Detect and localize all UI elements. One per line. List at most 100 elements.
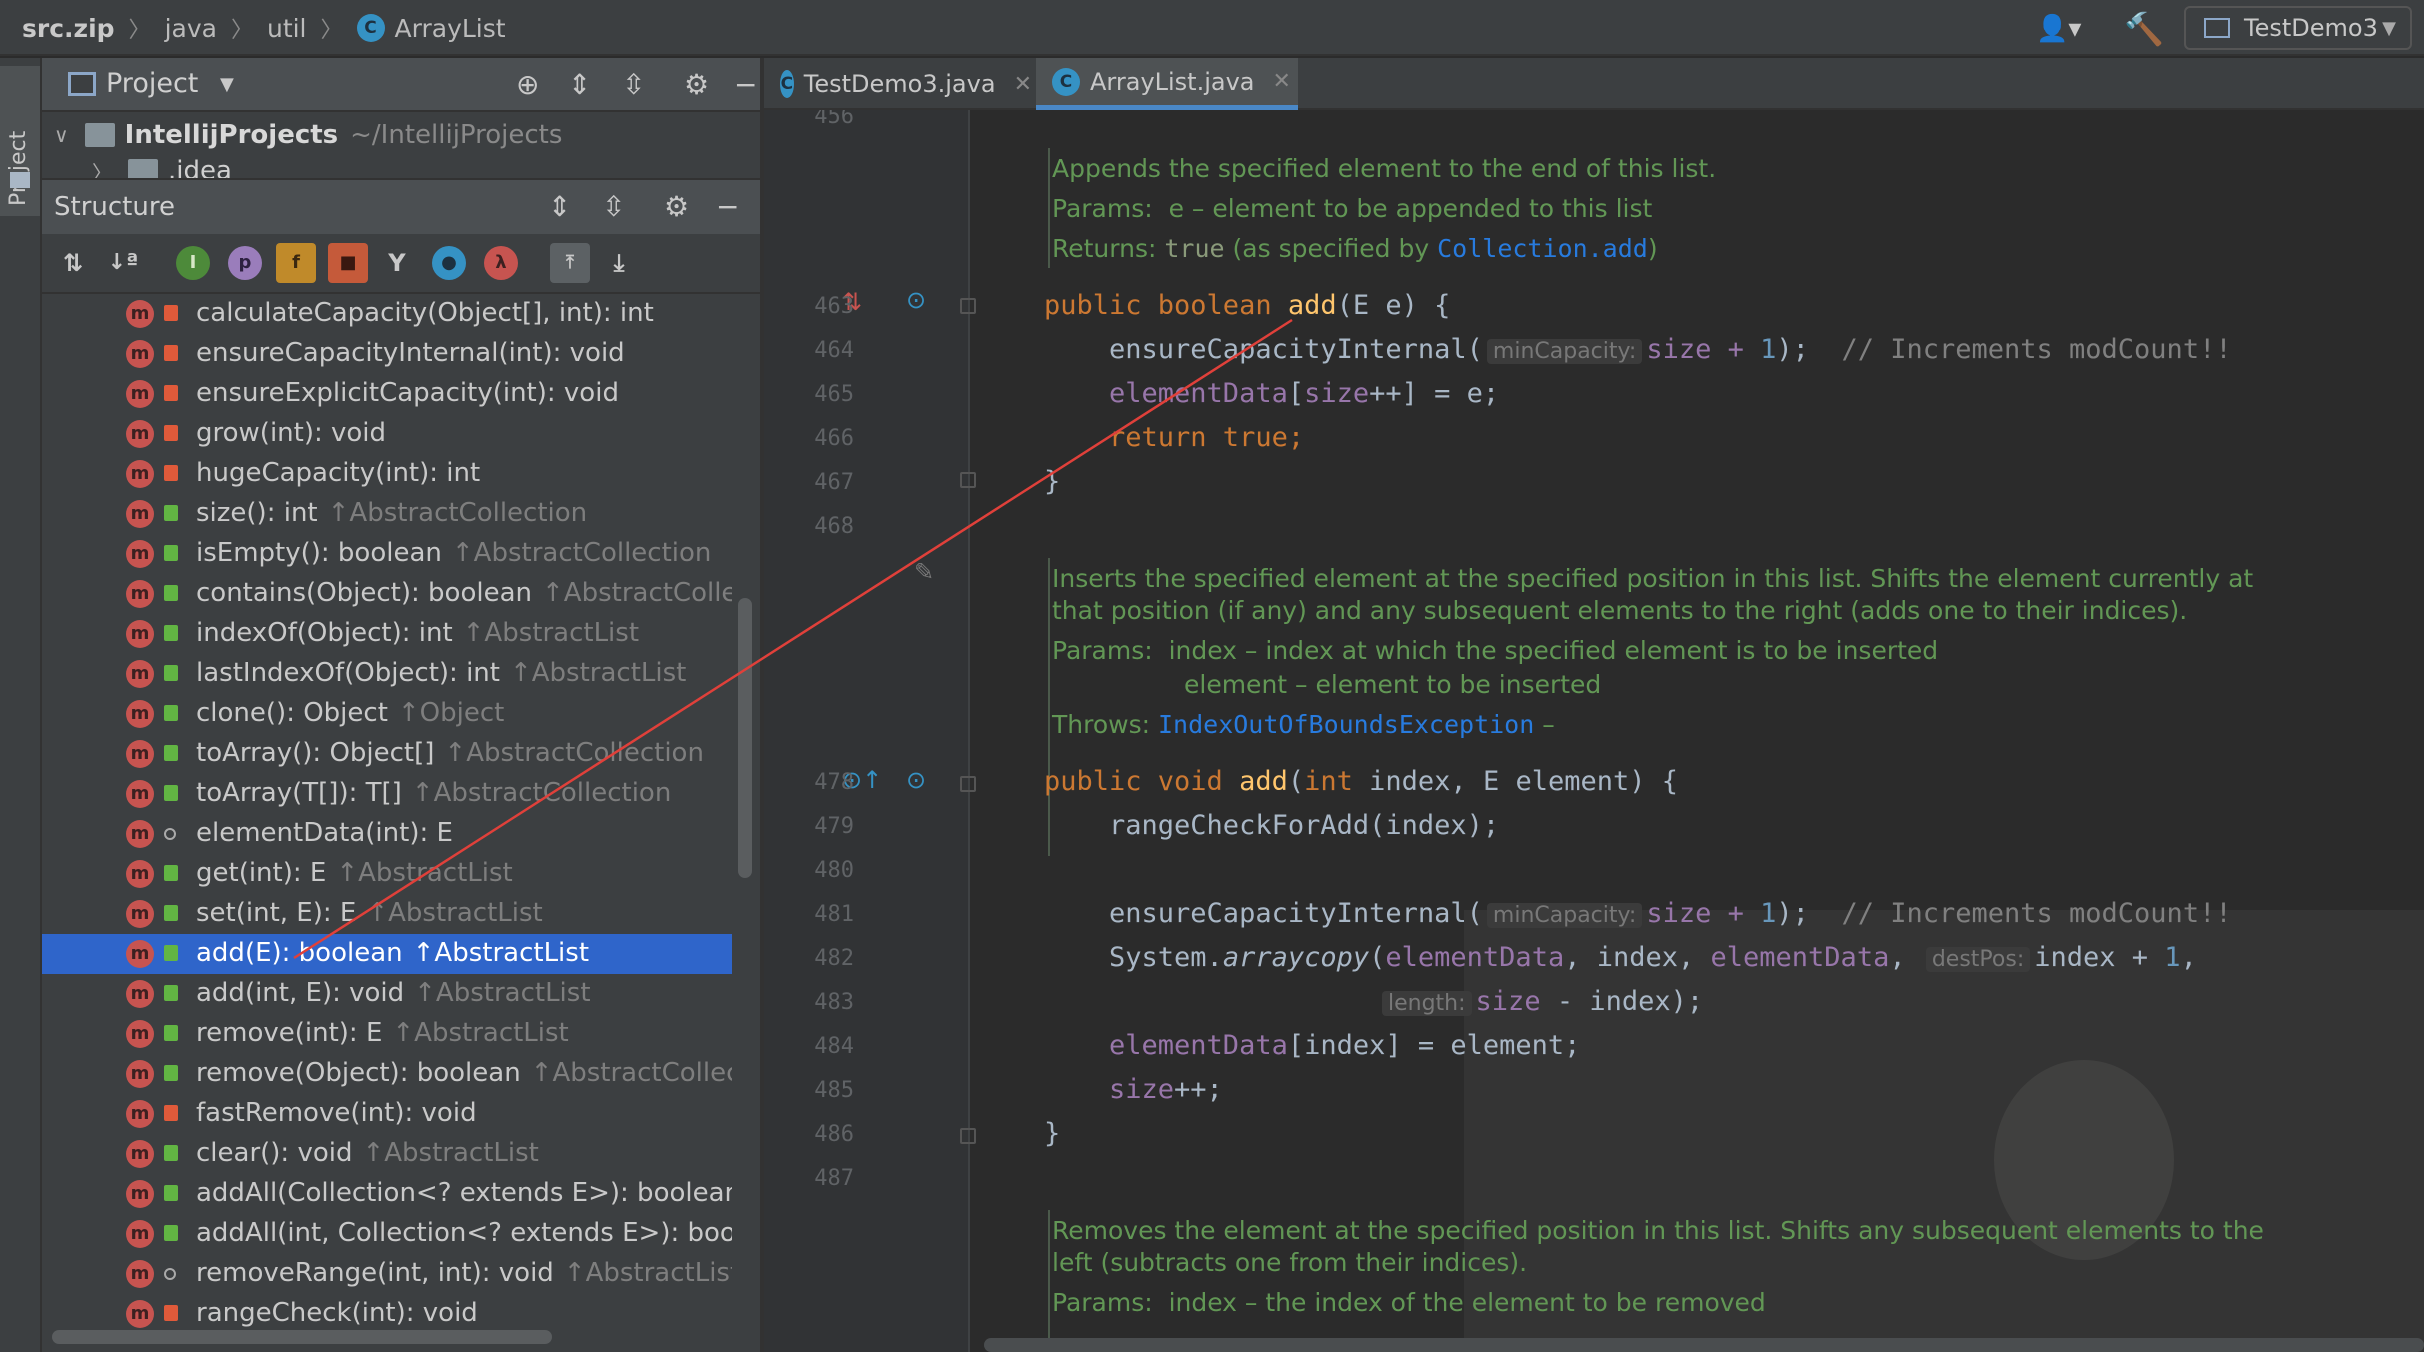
autoscroll-from-source-icon[interactable]: ⤓	[602, 246, 636, 280]
tree-item-idea[interactable]: 〉 .idea	[92, 156, 232, 178]
scrollbar-thumb[interactable]	[738, 598, 752, 878]
method-icon: m	[126, 900, 154, 928]
expand-all-icon[interactable]: ⇕	[568, 68, 591, 101]
structure-member-row[interactable]: m elementData(int): E	[42, 814, 732, 854]
structure-member-row[interactable]: m remove(Object): boolean ↑AbstractCollect	[42, 1054, 732, 1094]
tree-item-root[interactable]: ∨ IntellijProjects ~/IntellijProjects	[54, 120, 562, 150]
doc-border	[1048, 1210, 1050, 1352]
doc-params-label: Params:	[1052, 194, 1153, 223]
run-configuration-select[interactable]: TestDemo3 ▼	[2184, 6, 2412, 50]
hide-icon[interactable]: −	[716, 190, 739, 223]
tab-testdemo3[interactable]: C TestDemo3.java ✕	[764, 58, 1032, 110]
fold-marker-icon[interactable]	[960, 1128, 976, 1144]
breadcrumb-item-util[interactable]: util	[267, 14, 307, 43]
public-icon	[164, 1225, 178, 1241]
member-signature-text: get(int): E	[196, 858, 327, 888]
expand-all-icon[interactable]: ⇕	[548, 190, 571, 223]
line-number: 478	[814, 770, 854, 795]
doc-params-label: Params:	[1052, 1288, 1153, 1317]
lambda-icon[interactable]: λ	[484, 246, 518, 280]
inherited-from: ↑AbstractList	[563, 1258, 732, 1288]
sort-visibility-icon[interactable]: ⇅	[56, 246, 90, 280]
line-number: 467	[814, 470, 854, 495]
structure-member-row[interactable]: m ensureExplicitCapacity(int): void	[42, 374, 732, 414]
structure-horizontal-scrollbar[interactable]	[52, 1330, 552, 1344]
autoscroll-to-source-icon[interactable]: ⤒	[550, 243, 590, 283]
anonymous-classes-icon[interactable]: Y	[380, 246, 414, 280]
breadcrumb-item-arraylist[interactable]: ArrayList	[395, 14, 506, 43]
structure-member-row[interactable]: m clone(): Object ↑Object	[42, 694, 732, 734]
method-icon: m	[126, 860, 154, 888]
structure-panel-header: Structure ⇕ ⇳ ⚙ −	[42, 178, 760, 234]
tab-arraylist[interactable]: C ArrayList.java ✕	[1036, 58, 1298, 110]
member-signature-text: size(): int	[196, 498, 318, 528]
structure-member-row[interactable]: m add(E): boolean ↑AbstractList	[42, 934, 732, 974]
inherited-from: ↑AbstractList	[336, 858, 513, 888]
doc-link[interactable]: IndexOutOfBoundsException	[1158, 710, 1534, 739]
structure-member-row[interactable]: m remove(int): E ↑AbstractList	[42, 1014, 732, 1054]
fold-marker-icon[interactable]	[960, 776, 976, 792]
structure-member-row[interactable]: m grow(int): void	[42, 414, 732, 454]
structure-member-row[interactable]: m contains(Object): boolean ↑AbstractColle…	[42, 574, 732, 614]
chevron-down-icon[interactable]: ▼	[220, 74, 234, 95]
structure-member-row[interactable]: m set(int, E): E ↑AbstractList	[42, 894, 732, 934]
structure-member-row[interactable]: m indexOf(Object): int ↑AbstractList	[42, 614, 732, 654]
hide-icon[interactable]: −	[734, 68, 757, 101]
structure-member-row[interactable]: m add(int, E): void ↑AbstractList	[42, 974, 732, 1014]
find-usages-icon[interactable]: ⊙	[906, 286, 926, 314]
structure-member-row[interactable]: m isEmpty(): boolean ↑AbstractCollection	[42, 534, 732, 574]
pencil-icon[interactable]: ✎	[914, 558, 934, 586]
folder-icon	[10, 172, 30, 188]
close-icon[interactable]: ✕	[1273, 69, 1291, 94]
member-signature: lastIndexOf(Object): int ↑AbstractList	[196, 658, 686, 688]
structure-member-row[interactable]: m size(): int ↑AbstractCollection	[42, 494, 732, 534]
doc-description: Inserts the specified element at the spe…	[1052, 564, 2254, 593]
collapse-all-icon[interactable]: ⇳	[622, 68, 645, 101]
structure-member-row[interactable]: m hugeCapacity(int): int	[42, 454, 732, 494]
code-line: ensureCapacityInternal(minCapacity: size …	[1044, 898, 2232, 929]
locate-icon[interactable]: ⊕	[516, 68, 539, 101]
structure-member-row[interactable]: m lastIndexOf(Object): int ↑AbstractList	[42, 654, 732, 694]
structure-scrollbar[interactable]	[738, 298, 752, 1352]
sort-alpha-icon[interactable]: ↓ª	[106, 246, 140, 280]
properties-icon[interactable]: p	[228, 246, 262, 280]
lambdas-icon[interactable]: ●	[432, 246, 466, 280]
collapse-all-icon[interactable]: ⇳	[602, 190, 625, 223]
structure-member-row[interactable]: m get(int): E ↑AbstractList	[42, 854, 732, 894]
structure-member-row[interactable]: m toArray(): Object[] ↑AbstractCollection	[42, 734, 732, 774]
build-hammer-icon[interactable]: 🔨	[2124, 10, 2164, 48]
structure-member-row[interactable]: m clear(): void ↑AbstractList	[42, 1134, 732, 1174]
breadcrumb-item-srczip[interactable]: src.zip	[22, 14, 115, 43]
doc-description: Removes the element at the specified pos…	[1052, 1216, 2264, 1245]
structure-member-row[interactable]: m toArray(T[]): T[] ↑AbstractCollection	[42, 774, 732, 814]
doc-link[interactable]: Collection.add	[1437, 234, 1648, 263]
doc-throws: Throws: IndexOutOfBoundsException –	[1052, 710, 1555, 739]
project-panel-title[interactable]: Project	[106, 68, 198, 99]
user-menu-icon[interactable]: 👤▾	[2036, 14, 2081, 44]
member-signature-text: rangeCheck(int): void	[196, 1298, 478, 1328]
structure-member-row[interactable]: m ensureCapacityInternal(int): void	[42, 334, 732, 374]
public-icon	[164, 585, 178, 601]
breadcrumb-item-java[interactable]: java	[165, 14, 217, 43]
non-public-icon[interactable]: ■	[328, 243, 368, 283]
structure-member-row[interactable]: m fastRemove(int): void	[42, 1094, 732, 1134]
project-tool-button[interactable]: Project	[0, 66, 40, 216]
show-inherited-icon[interactable]: I	[176, 246, 210, 280]
chevron-right-icon[interactable]: 〉	[92, 157, 112, 179]
fold-marker-icon[interactable]	[960, 298, 976, 314]
gear-icon[interactable]: ⚙	[684, 68, 709, 101]
close-icon[interactable]: ✕	[1014, 72, 1032, 97]
fold-marker-icon[interactable]	[960, 472, 976, 488]
structure-member-row[interactable]: m rangeCheck(int): void	[42, 1294, 732, 1334]
structure-member-row[interactable]: m removeRange(int, int): void ↑AbstractLis…	[42, 1254, 732, 1294]
class-icon: C	[1052, 67, 1080, 96]
gear-icon[interactable]: ⚙	[664, 190, 689, 223]
chevron-down-icon[interactable]: ∨	[54, 123, 69, 147]
structure-member-row[interactable]: m calculateCapacity(Object[], int): int	[42, 294, 732, 334]
code-editor[interactable]: 456 ⇅ ⊙ ✎ ⊙↑ ⊙ Appends the specified ele…	[764, 110, 2424, 1352]
structure-member-row[interactable]: m addAll(Collection<? extends E>): boolea…	[42, 1174, 732, 1214]
structure-member-row[interactable]: m addAll(int, Collection<? extends E>): b…	[42, 1214, 732, 1254]
editor-horizontal-scrollbar[interactable]	[984, 1338, 2424, 1352]
fields-icon[interactable]: f	[276, 243, 316, 283]
find-usages-icon[interactable]: ⊙	[906, 766, 926, 794]
